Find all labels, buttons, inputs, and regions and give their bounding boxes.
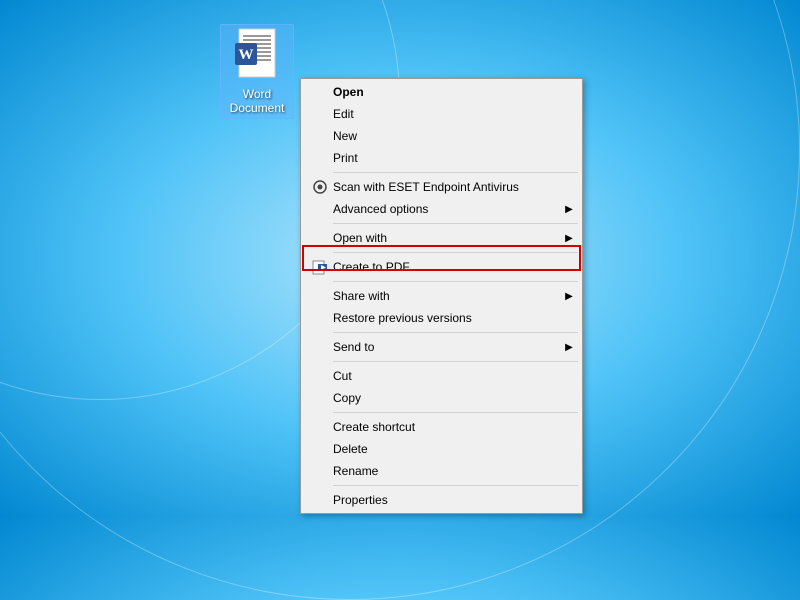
submenu-arrow-icon: ▶	[562, 342, 576, 353]
menu-separator	[333, 485, 578, 486]
menu-separator	[333, 252, 578, 253]
menu-item-restore-previous-versions[interactable]: Restore previous versions	[303, 307, 580, 329]
menu-item-label: Edit	[333, 107, 576, 121]
desktop-icon-label: Word Document	[223, 87, 291, 116]
menu-item-label: Properties	[333, 493, 576, 507]
desktop-icon-word-document[interactable]: W Word Document	[220, 24, 294, 119]
pdf-icon	[307, 259, 333, 275]
submenu-arrow-icon: ▶	[562, 233, 576, 244]
submenu-arrow-icon: ▶	[562, 291, 576, 302]
menu-item-create-shortcut[interactable]: Create shortcut	[303, 416, 580, 438]
menu-item-label: Cut	[333, 369, 576, 383]
submenu-arrow-icon: ▶	[562, 204, 576, 215]
menu-item-properties[interactable]: Properties	[303, 489, 580, 511]
menu-item-label: Open with	[333, 231, 562, 245]
menu-item-label: Scan with ESET Endpoint Antivirus	[333, 180, 576, 194]
menu-separator	[333, 281, 578, 282]
menu-item-new[interactable]: New	[303, 125, 580, 147]
menu-item-scan-eset[interactable]: Scan with ESET Endpoint Antivirus	[303, 176, 580, 198]
menu-item-cut[interactable]: Cut	[303, 365, 580, 387]
menu-item-advanced-options[interactable]: Advanced options ▶	[303, 198, 580, 220]
menu-item-label: Restore previous versions	[333, 311, 576, 325]
menu-item-delete[interactable]: Delete	[303, 438, 580, 460]
context-menu: Open Edit New Print Scan with ESET Endpo…	[300, 78, 583, 514]
menu-item-share-with[interactable]: Share with ▶	[303, 285, 580, 307]
menu-item-label: New	[333, 129, 576, 143]
menu-item-copy[interactable]: Copy	[303, 387, 580, 409]
menu-separator	[333, 361, 578, 362]
menu-item-edit[interactable]: Edit	[303, 103, 580, 125]
menu-separator	[333, 172, 578, 173]
menu-item-label: Open	[333, 85, 576, 99]
svg-text:W: W	[239, 47, 254, 63]
menu-item-rename[interactable]: Rename	[303, 460, 580, 482]
word-document-icon: W	[233, 27, 281, 83]
menu-item-label: Delete	[333, 442, 576, 456]
menu-item-label: Create shortcut	[333, 420, 576, 434]
menu-item-label: Create to PDF	[333, 260, 576, 274]
menu-item-send-to[interactable]: Send to ▶	[303, 336, 580, 358]
menu-item-create-to-pdf[interactable]: Create to PDF	[303, 256, 580, 278]
menu-separator	[333, 332, 578, 333]
menu-item-label: Print	[333, 151, 576, 165]
menu-item-open-with[interactable]: Open with ▶	[303, 227, 580, 249]
menu-item-label: Copy	[333, 391, 576, 405]
menu-item-label: Send to	[333, 340, 562, 354]
menu-item-open[interactable]: Open	[303, 81, 580, 103]
eset-icon	[307, 180, 333, 194]
menu-item-label: Advanced options	[333, 202, 562, 216]
menu-separator	[333, 223, 578, 224]
menu-item-label: Rename	[333, 464, 576, 478]
menu-item-print[interactable]: Print	[303, 147, 580, 169]
menu-item-label: Share with	[333, 289, 562, 303]
menu-separator	[333, 412, 578, 413]
